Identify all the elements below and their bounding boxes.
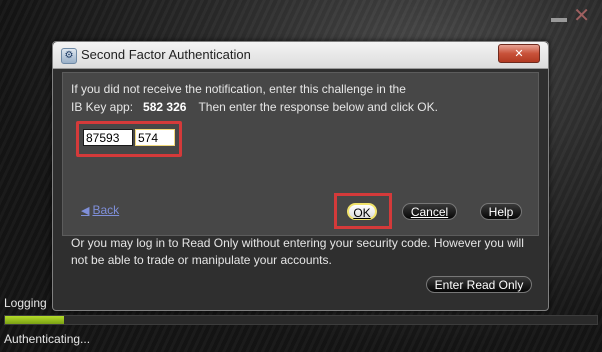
challenge-instruction: Then enter the response below and click … [198,100,438,114]
help-button[interactable]: Help [480,203,522,220]
logging-status: Logging [4,296,47,310]
challenge-code: 582 326 [143,100,187,114]
readonly-message-line2: not be able to trade or manipulate your … [71,253,332,267]
challenge-message-line1: If you did not receive the notification,… [71,82,406,96]
readonly-message-line1: Or you may log in to Read Only without e… [71,236,524,250]
challenge-label: IB Key app: [71,100,134,114]
ok-button[interactable]: OK [347,203,377,220]
response-input-part2[interactable]: 574 [135,129,175,146]
ok-label: OK [353,206,371,220]
app-window-controls: ✕ [551,5,590,25]
back-label: Back [92,203,120,217]
enter-read-only-button[interactable]: Enter Read Only [426,276,532,293]
login-progress-bar [4,315,598,325]
back-arrow-icon: ◀ [81,205,90,217]
dialog-titlebar: ⚙ Second Factor Authentication ✕ [53,42,548,69]
response-input-part1[interactable]: 87593 [83,129,133,146]
dialog-title: Second Factor Authentication [81,47,251,62]
close-icon[interactable]: ✕ [573,5,590,25]
cancel-button[interactable]: Cancel [402,203,457,220]
app-icon: ⚙ [61,48,77,64]
second-factor-dialog: ⚙ Second Factor Authentication ✕ If you … [52,41,549,311]
progress-fill [5,316,65,324]
cancel-label: Cancel [410,205,449,219]
back-link[interactable]: ◀ Back [81,203,119,217]
dialog-close-button[interactable]: ✕ [498,44,540,63]
challenge-message-line2: IB Key app: 582 326 Then enter the respons… [71,100,438,114]
authenticating-status: Authenticating... [4,332,91,346]
minimize-icon[interactable] [551,18,568,22]
